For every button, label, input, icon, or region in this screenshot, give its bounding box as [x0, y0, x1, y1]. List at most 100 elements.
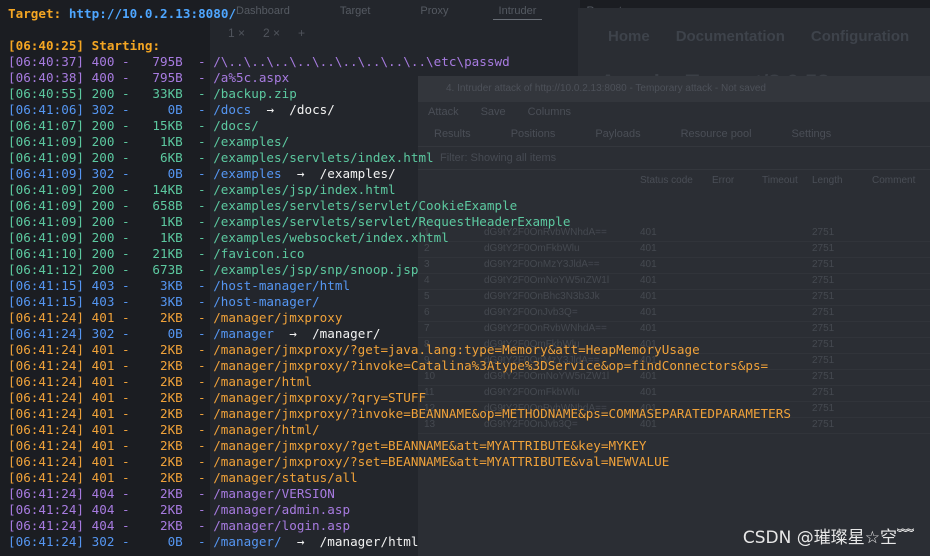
scan-result-line: [06:41:09] 302 - 0B - /examples → /examp…: [8, 166, 396, 181]
scan-path: /manager/jmxproxy/?set=BEANNAME&att=MYAT…: [213, 454, 670, 469]
scan-status: 302: [91, 326, 115, 341]
scan-time: [06:41:09]: [8, 166, 85, 181]
scan-time: [06:40:37]: [8, 54, 85, 69]
scan-time: [06:41:24]: [8, 358, 85, 373]
scan-size: 658B: [152, 198, 183, 213]
scan-path: /manager/admin.asp: [213, 502, 351, 517]
scan-redirect-target: /examples/: [319, 166, 396, 181]
scan-size: 795B: [152, 54, 183, 69]
scan-result-line: [06:41:07] 200 - 15KB - /docs/: [8, 118, 259, 133]
scan-time: [06:41:24]: [8, 486, 85, 501]
scan-time: [06:41:07]: [8, 118, 85, 133]
scan-result-line: [06:40:55] 200 - 33KB - /backup.zip: [8, 86, 297, 101]
scan-size: 2KB: [159, 470, 183, 485]
scan-status: 403: [91, 278, 115, 293]
redirect-arrow-icon: →: [296, 166, 305, 181]
scan-path: /examples: [213, 166, 282, 181]
scan-path: /docs: [213, 102, 252, 117]
scan-result-line: [06:41:06] 302 - 0B - /docs → /docs/: [8, 102, 335, 117]
scan-path: /manager/jmxproxy/?invoke=BEANNAME&op=ME…: [213, 406, 791, 421]
scan-result-line: [06:41:09] 200 - 658B - /examples/servle…: [8, 198, 518, 213]
scan-time: [06:41:24]: [8, 502, 85, 517]
scan-path: /manager/: [213, 534, 282, 549]
scan-size: 14KB: [152, 182, 183, 197]
scan-size: 2KB: [159, 374, 183, 389]
scan-path: /host-manager/html: [213, 278, 351, 293]
scan-time: [06:41:24]: [8, 518, 85, 533]
target-label: Target:: [8, 6, 62, 21]
scan-size: 0B: [167, 102, 183, 117]
scan-size: 2KB: [159, 342, 183, 357]
scan-time: [06:41:24]: [8, 470, 85, 485]
scan-result-line: [06:40:37] 400 - 795B - /\..\..\..\..\..…: [8, 54, 510, 69]
scan-path: /manager: [213, 326, 275, 341]
scan-result-line: [06:41:24] 401 - 2KB - /manager/jmxproxy…: [8, 358, 769, 373]
scan-time: [06:41:09]: [8, 150, 85, 165]
scan-result-line: [06:41:24] 401 - 2KB - /manager/jmxproxy…: [8, 406, 791, 421]
scan-size: 2KB: [159, 486, 183, 501]
scan-time: [06:41:24]: [8, 454, 85, 469]
scan-status: 302: [91, 534, 115, 549]
target-url: http://10.0.2.13:8080/: [68, 6, 237, 21]
csdn-watermark: CSDN @璀璨星☆空﹌: [742, 528, 914, 548]
scan-redirect-target: /docs/: [289, 102, 335, 117]
scan-redirect-target: /manager/: [312, 326, 381, 341]
scan-path: /manager/VERSION: [213, 486, 335, 501]
scan-status: 200: [91, 134, 115, 149]
scan-result-line: [06:41:10] 200 - 21KB - /favicon.ico: [8, 246, 305, 261]
scan-path: /manager/jmxproxy/?qry=STUFF: [213, 390, 427, 405]
terminal-output: Target: http://10.0.2.13:8080/ [06:40:25…: [0, 0, 930, 556]
scan-result-line: [06:41:24] 401 - 2KB - /manager/status/a…: [8, 470, 358, 485]
scan-path: /examples/jsp/index.html: [213, 182, 396, 197]
scan-status: 400: [91, 54, 115, 69]
scan-size: 33KB: [152, 86, 183, 101]
scan-time: [06:41:24]: [8, 406, 85, 421]
scan-result-line: [06:41:15] 403 - 3KB - /host-manager/htm…: [8, 278, 351, 293]
scan-path: /manager/jmxproxy/?get=BEANNAME&att=MYAT…: [213, 438, 647, 453]
scan-size: 1KB: [159, 214, 183, 229]
scan-status: 401: [91, 406, 115, 421]
scan-time: [06:41:10]: [8, 246, 85, 261]
scan-status: 200: [91, 246, 115, 261]
scan-time: [06:41:09]: [8, 230, 85, 245]
scan-path: /manager/jmxproxy/?invoke=Catalina%3Atyp…: [213, 358, 769, 373]
scan-time: [06:41:12]: [8, 262, 85, 277]
scan-time: [06:41:24]: [8, 422, 85, 437]
scan-result-line: [06:40:38] 400 - 795B - /a%5c.aspx: [8, 70, 290, 85]
scan-time: [06:41:06]: [8, 102, 85, 117]
scan-path: /examples/websocket/index.xhtml: [213, 230, 449, 245]
scan-result-line: [06:41:24] 404 - 2KB - /manager/VERSION: [8, 486, 335, 501]
scan-status: 404: [91, 518, 115, 533]
scan-time: [06:41:09]: [8, 182, 85, 197]
scan-path: /examples/servlets/index.html: [213, 150, 434, 165]
scan-result-line: [06:41:24] 401 - 2KB - /manager/jmxproxy…: [8, 438, 647, 453]
scan-result-line: [06:41:24] 302 - 0B - /manager/ → /manag…: [8, 534, 419, 549]
scan-size: 2KB: [159, 438, 183, 453]
redirect-arrow-icon: →: [289, 326, 297, 341]
scan-size: 15KB: [152, 118, 183, 133]
scan-size: 2KB: [159, 454, 183, 469]
scan-path: /examples/: [213, 134, 290, 149]
scan-result-line: [06:41:09] 200 - 1KB - /examples/websock…: [8, 230, 449, 245]
scan-path: /backup.zip: [213, 86, 297, 101]
scan-time: [06:41:24]: [8, 390, 85, 405]
scan-size: 2KB: [159, 358, 183, 373]
scan-status: 401: [91, 422, 115, 437]
scan-result-line: [06:41:24] 401 - 2KB - /manager/jmxproxy…: [8, 454, 670, 469]
scan-result-line: [06:41:24] 404 - 2KB - /manager/login.as…: [8, 518, 351, 533]
scan-time: [06:41:24]: [8, 342, 85, 357]
scan-status: 200: [91, 118, 115, 133]
scan-path: /examples/jsp/snp/snoop.jsp: [213, 262, 419, 277]
scan-time: [06:41:24]: [8, 534, 85, 549]
scan-result-line: [06:41:09] 200 - 1KB - /examples/: [8, 134, 290, 149]
scan-size: 673B: [152, 262, 183, 277]
scan-status: 401: [91, 310, 115, 325]
scan-time: [06:41:24]: [8, 438, 85, 453]
scan-status: 302: [91, 102, 115, 117]
scan-status: 401: [91, 342, 115, 357]
scan-time: [06:41:15]: [8, 294, 85, 309]
scan-status: 401: [91, 470, 115, 485]
scan-status: 200: [91, 182, 115, 197]
scan-size: 3KB: [159, 278, 183, 293]
scan-time: [06:41:09]: [8, 134, 85, 149]
